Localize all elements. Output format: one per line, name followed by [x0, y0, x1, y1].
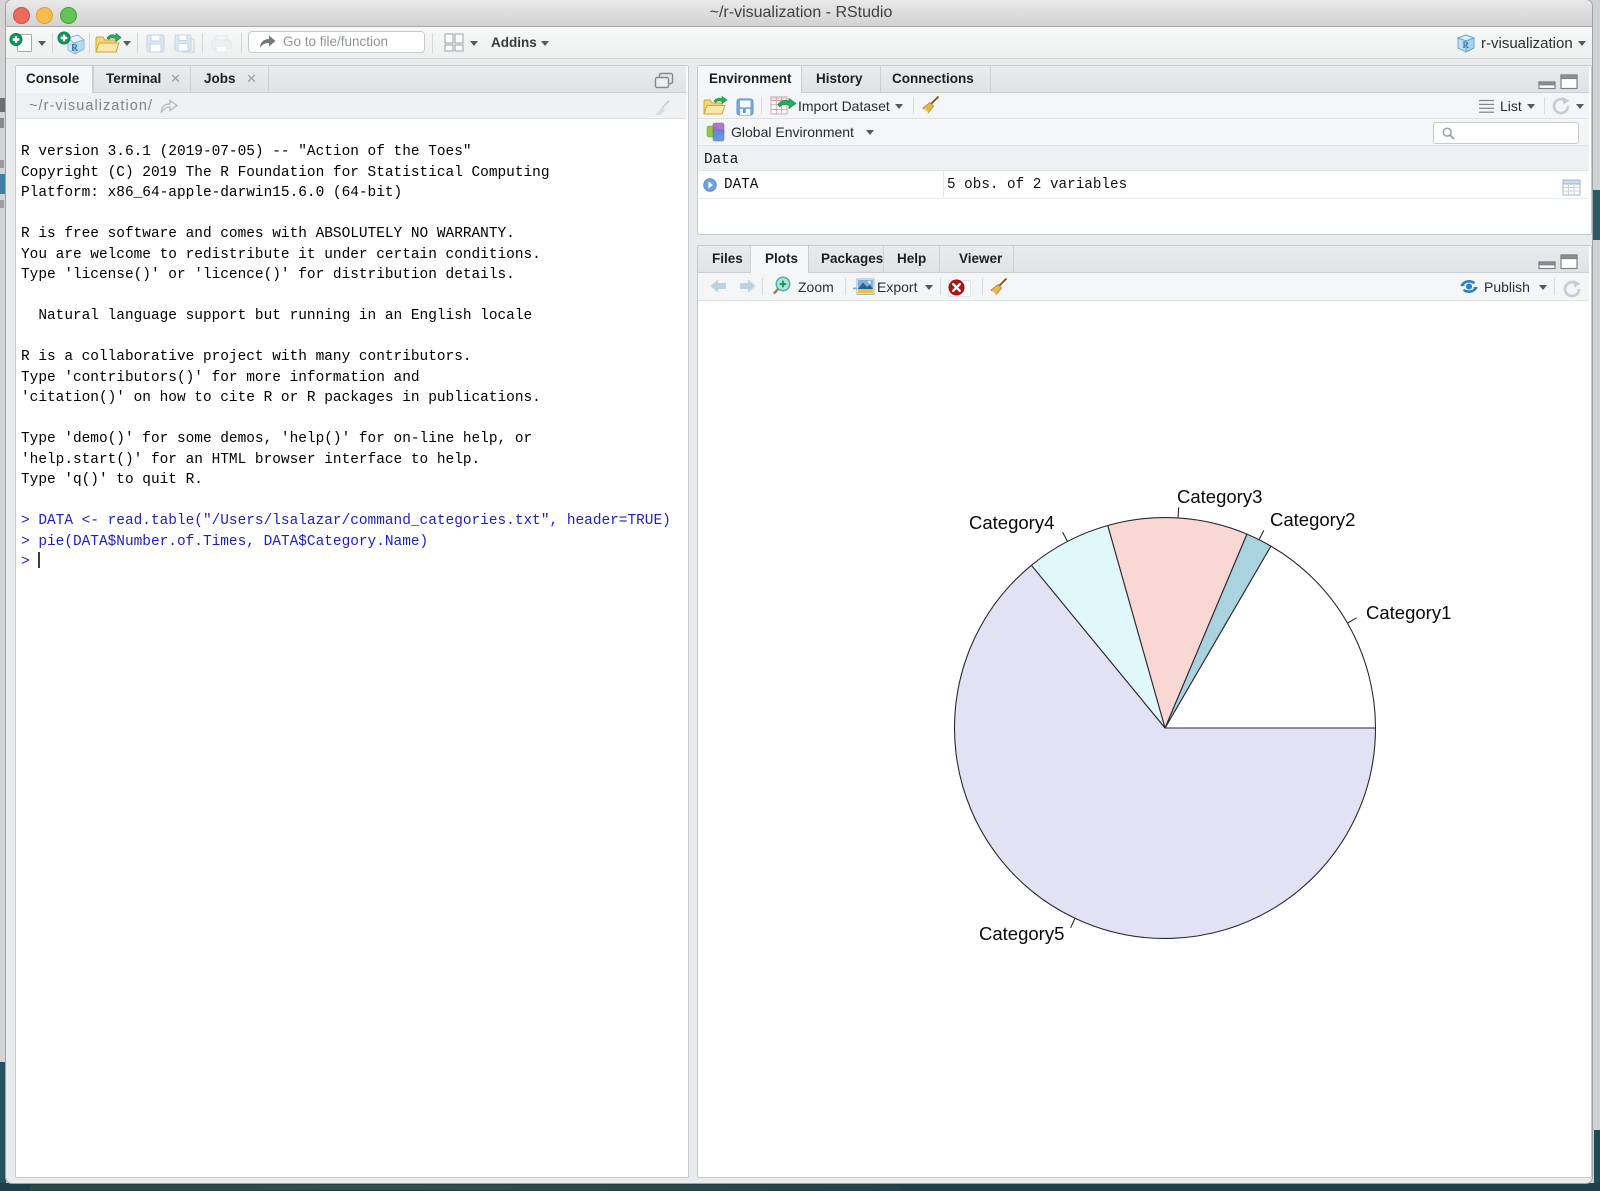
- svg-text:R: R: [1463, 40, 1470, 50]
- svg-text:R: R: [71, 43, 79, 54]
